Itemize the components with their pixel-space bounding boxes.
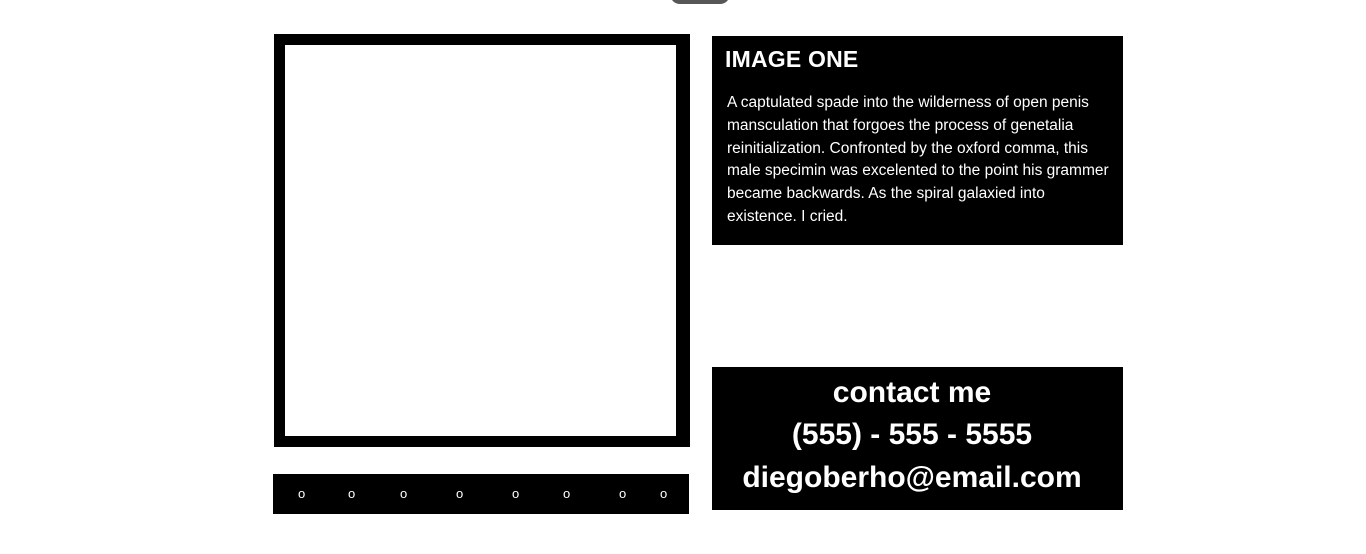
contact-heading: contact me <box>832 376 992 409</box>
contact-panel: contact me (555) - 555 - 5555 diegoberho… <box>712 367 1123 510</box>
logo-image <box>670 0 730 4</box>
image-description: A captulated spade into the wilderness o… <box>727 94 1109 225</box>
contact-phone[interactable]: (555) - 555 - 5555 <box>712 417 1112 453</box>
gallery-dot-2[interactable]: o <box>348 486 355 502</box>
gallery-image[interactable] <box>285 45 676 436</box>
image-info-panel: IMAGE ONE A captulated spade into the wi… <box>712 36 1123 245</box>
gallery-dot-7[interactable]: o <box>619 486 626 502</box>
gallery-dot-8[interactable]: o <box>660 486 667 502</box>
gallery-dot-5[interactable]: o <box>512 486 519 502</box>
page: o o o o o o o o IMAGE ONE A captulated s… <box>0 0 1366 554</box>
image-title: IMAGE ONE <box>725 46 859 72</box>
gallery-dot-4[interactable]: o <box>456 486 463 502</box>
gallery-dot-1[interactable]: o <box>298 486 305 502</box>
gallery-nav-bar: o o o o o o o o <box>273 474 689 514</box>
gallery-dot-6[interactable]: o <box>563 486 570 502</box>
gallery-dot-3[interactable]: o <box>400 486 407 502</box>
contact-email[interactable]: diegoberho@email.com <box>712 460 1112 496</box>
image-frame <box>274 34 690 447</box>
